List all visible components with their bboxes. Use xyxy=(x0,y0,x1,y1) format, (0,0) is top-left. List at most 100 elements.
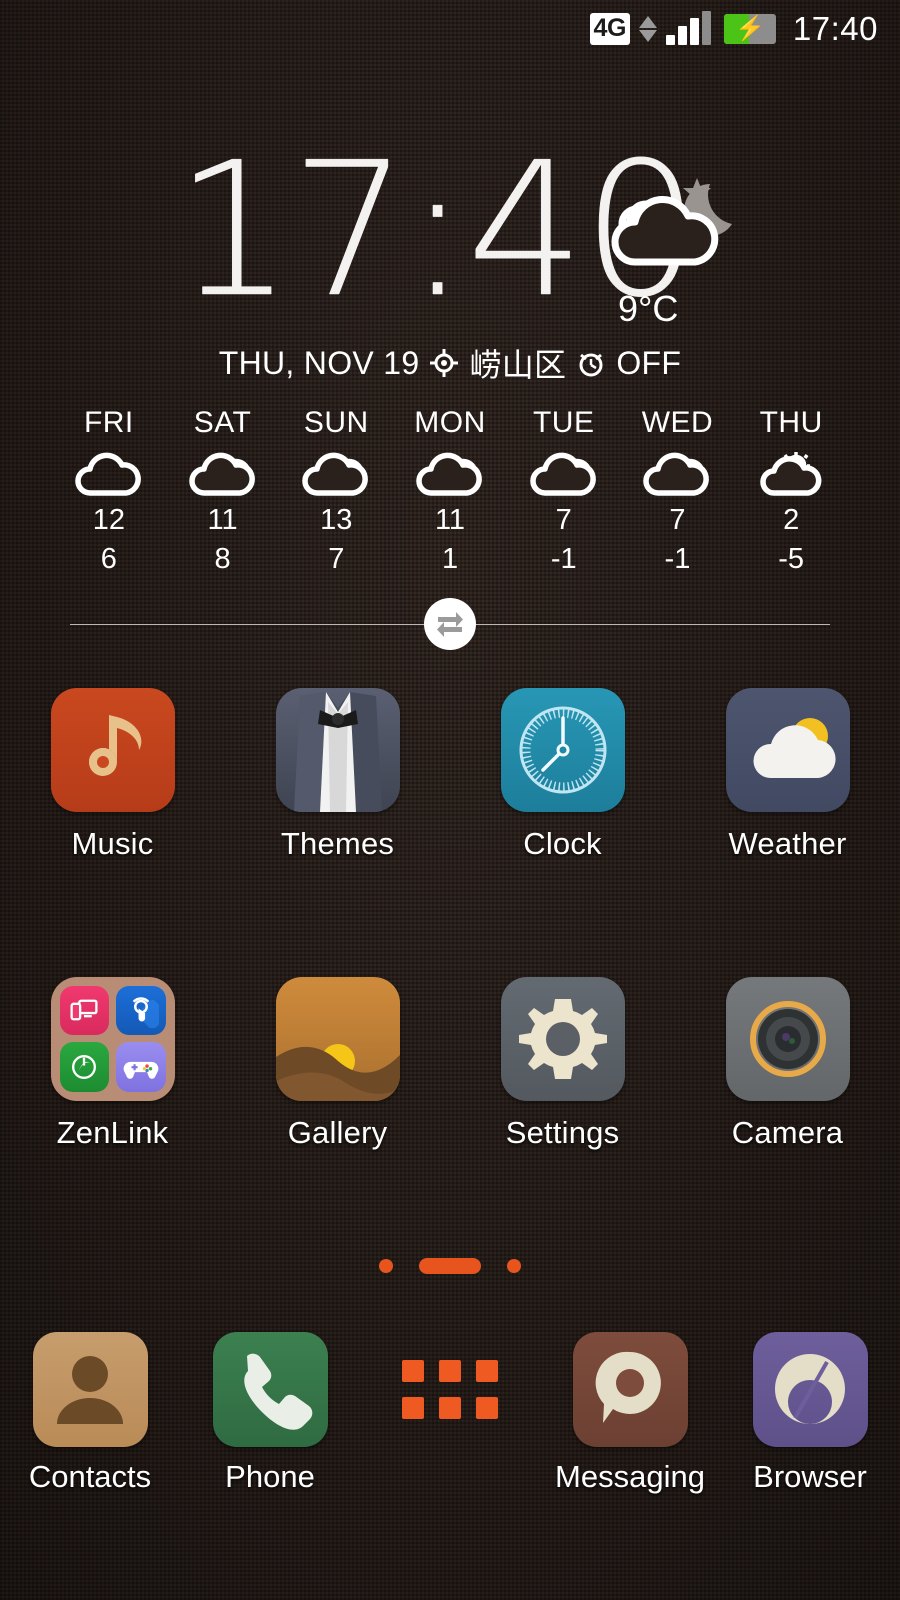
phone-handset-icon[interactable] xyxy=(212,1332,328,1447)
forecast-day-name: MON xyxy=(414,406,486,439)
widget-location: 崂山区 xyxy=(469,346,567,384)
app-label: Settings xyxy=(505,1115,620,1150)
app-settings[interactable]: Settings xyxy=(450,977,675,1151)
forecast-high: 7 xyxy=(555,504,572,536)
person-silhouette-icon[interactable] xyxy=(32,1332,148,1447)
weekly-forecast: FRI 12 6 SAT 11 8 SUN 13 7 MON 11 1 TUE … xyxy=(0,406,900,576)
gear-icon[interactable] xyxy=(500,977,625,1101)
forecast-day-name: WED xyxy=(641,406,714,439)
app-weather[interactable]: Weather xyxy=(675,688,900,862)
page-indicator[interactable] xyxy=(0,1258,900,1274)
touch-remote-mini-icon xyxy=(116,986,166,1035)
app-label: Weather xyxy=(728,826,847,861)
forecast-low: 1 xyxy=(441,543,459,575)
forecast-high: 11 xyxy=(434,504,466,536)
home-screen: 4G ⚡ 17:40 17:40 9°C THU, NOV 19 崂山区 OFF… xyxy=(0,0,900,1600)
location-crosshair-icon xyxy=(429,348,459,378)
app-drawer-grid-icon[interactable] xyxy=(393,1332,508,1447)
dock-label: Messaging xyxy=(555,1459,705,1494)
cloudy-icon xyxy=(279,448,393,502)
forecast-high: 13 xyxy=(320,504,353,536)
analog-clock-icon[interactable] xyxy=(500,688,625,812)
app-camera[interactable]: Camera xyxy=(675,977,900,1151)
dock-browser[interactable]: Browser xyxy=(720,1332,900,1495)
page-dot-2-active[interactable] xyxy=(419,1258,481,1274)
camera-lens-icon[interactable] xyxy=(725,977,850,1101)
forecast-day-name: FRI xyxy=(83,406,134,439)
dock-label: Contacts xyxy=(28,1459,152,1494)
forecast-day: MON 11 1 xyxy=(393,406,507,576)
app-grid-row-2: ZenLink Gallery Settings Camera xyxy=(0,977,900,1151)
forecast-low: 8 xyxy=(214,543,231,575)
app-label: Themes xyxy=(280,826,395,861)
forecast-day: FRI 12 6 xyxy=(52,406,166,576)
dock-messaging[interactable]: Messaging xyxy=(540,1332,720,1495)
app-label: Camera xyxy=(731,1115,844,1150)
widget-date: THU, NOV 19 xyxy=(218,344,420,381)
browser-swirl-icon[interactable] xyxy=(752,1332,868,1447)
data-transfer-arrows-icon xyxy=(638,16,657,42)
forecast-day: SUN 13 7 xyxy=(279,406,393,576)
cloudy-icon xyxy=(621,448,735,502)
forecast-day: THU 2 -5 xyxy=(734,406,848,576)
status-bar: 4G ⚡ 17:40 xyxy=(0,0,900,58)
music-note-icon[interactable] xyxy=(50,688,175,812)
forecast-low: 6 xyxy=(100,543,117,575)
forecast-day-name: SUN xyxy=(303,406,369,439)
forecast-day-name: TUE xyxy=(532,406,595,439)
alarm-status: OFF xyxy=(616,344,682,381)
speech-bubble-icon[interactable] xyxy=(572,1332,688,1447)
folder-icon[interactable] xyxy=(50,977,175,1101)
app-themes[interactable]: Themes xyxy=(225,688,450,862)
dock-app-drawer[interactable] xyxy=(360,1332,540,1495)
forecast-day: SAT 11 8 xyxy=(166,406,280,576)
forecast-day: TUE 7 -1 xyxy=(507,406,621,576)
app-label: Clock xyxy=(523,826,602,861)
app-gallery[interactable]: Gallery xyxy=(225,977,450,1151)
sunset-landscape-icon[interactable] xyxy=(275,977,400,1101)
forecast-low: -5 xyxy=(778,543,805,575)
cloudy-icon xyxy=(52,448,166,502)
forecast-day-name: SAT xyxy=(193,406,252,439)
sun-cloud-icon[interactable] xyxy=(725,688,850,812)
forecast-high: 2 xyxy=(783,504,800,536)
dock-label: Browser xyxy=(753,1459,867,1494)
cloudy-icon xyxy=(393,448,507,502)
share-mini-icon xyxy=(59,1041,109,1092)
dock-phone[interactable]: Phone xyxy=(180,1332,360,1495)
app-grid-row-1: Music Themes Clock Weather xyxy=(0,688,900,862)
page-dot-3[interactable] xyxy=(507,1259,521,1273)
dock-contacts[interactable]: Contacts xyxy=(0,1332,180,1495)
forecast-low: 7 xyxy=(328,543,345,575)
night-cloudy-icon xyxy=(590,162,740,282)
screen-share-mini-icon xyxy=(59,986,109,1035)
clock-row: 17:40 9°C xyxy=(0,137,900,329)
dock: Contacts Phone Messaging Browser xyxy=(0,1332,900,1495)
alarm-clock-icon xyxy=(576,348,606,378)
app-music[interactable]: Music xyxy=(0,688,225,862)
app-clock[interactable]: Clock xyxy=(450,688,675,862)
network-type-badge: 4G xyxy=(589,13,630,45)
tuxedo-icon[interactable] xyxy=(275,688,400,812)
status-bar-clock: 17:40 xyxy=(792,10,878,47)
forecast-day: WED 7 -1 xyxy=(621,406,735,576)
forecast-low: -1 xyxy=(664,543,691,575)
app-label: ZenLink xyxy=(56,1115,169,1150)
app-label: Music xyxy=(71,826,154,861)
widget-divider xyxy=(0,598,900,650)
app-folder-zenlink[interactable]: ZenLink xyxy=(0,977,225,1151)
date-location-alarm-row: THU, NOV 19 崂山区 OFF xyxy=(0,340,900,386)
dock-label: Phone xyxy=(225,1459,315,1494)
forecast-high: 11 xyxy=(207,504,238,536)
partly-sunny-icon xyxy=(734,448,848,502)
gamepad-mini-icon xyxy=(116,1041,166,1092)
clock-weather-widget[interactable]: 17:40 9°C THU, NOV 19 崂山区 OFF FRI 12 6 S… xyxy=(0,137,900,650)
cloudy-icon xyxy=(166,448,280,502)
signal-bars-icon xyxy=(665,11,711,45)
forecast-day-name: THU xyxy=(759,406,823,439)
page-dot-1[interactable] xyxy=(379,1259,393,1273)
current-temperature: 9°C xyxy=(618,288,679,329)
forecast-high: 12 xyxy=(92,504,125,536)
forecast-high: 7 xyxy=(669,504,686,536)
swap-arrows-icon[interactable] xyxy=(424,598,476,650)
